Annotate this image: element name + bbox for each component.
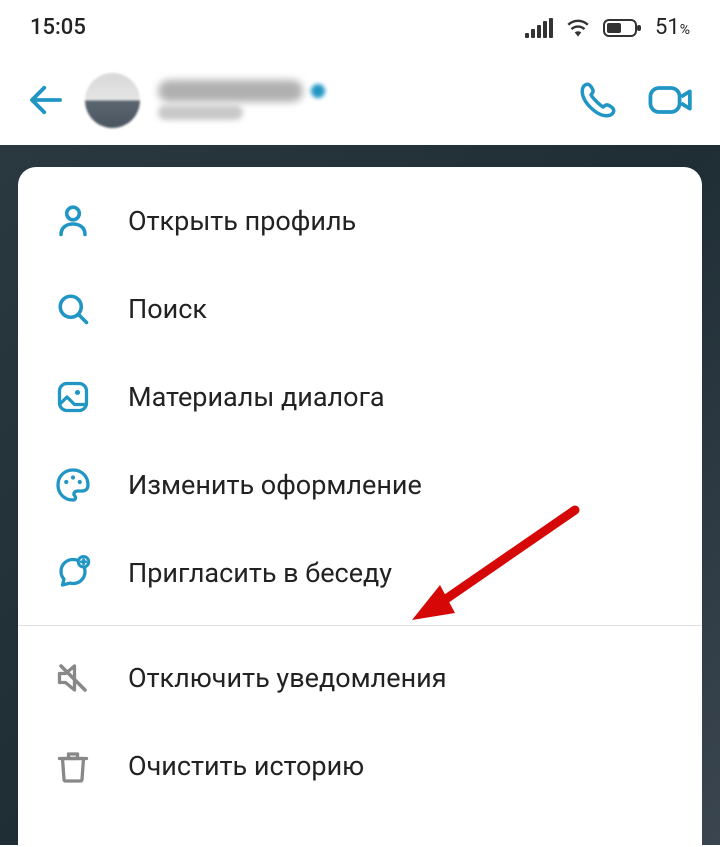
backdrop: Открыть профиль Поиск Материалы диалога	[0, 145, 720, 845]
menu-label: Отключить уведомления	[128, 662, 447, 694]
menu-label: Материалы диалога	[128, 381, 385, 413]
battery-percent: 51%	[655, 15, 690, 40]
menu-item-open-profile[interactable]: Открыть профиль	[18, 177, 702, 265]
call-icon[interactable]	[577, 79, 619, 121]
invite-icon	[53, 553, 93, 593]
user-info[interactable]	[158, 80, 559, 120]
back-arrow-icon[interactable]	[25, 79, 67, 121]
palette-icon	[53, 465, 93, 505]
signal-icon	[525, 18, 553, 38]
person-icon	[53, 201, 93, 241]
mute-icon	[53, 658, 93, 698]
menu-divider	[18, 625, 702, 626]
avatar[interactable]	[85, 73, 140, 128]
chat-header	[0, 55, 720, 145]
battery-icon	[603, 17, 643, 39]
video-icon[interactable]	[647, 79, 695, 121]
menu-item-change-theme[interactable]: Изменить оформление	[18, 441, 702, 529]
menu-item-search[interactable]: Поиск	[18, 265, 702, 353]
menu-item-media[interactable]: Материалы диалога	[18, 353, 702, 441]
verified-icon	[311, 84, 325, 98]
user-status-blurred	[158, 105, 243, 120]
trash-icon	[53, 746, 93, 786]
status-indicators: 51%	[525, 15, 690, 40]
menu-label: Поиск	[128, 293, 207, 325]
status-time: 15:05	[30, 15, 86, 40]
search-icon	[53, 289, 93, 329]
context-menu: Открыть профиль Поиск Материалы диалога	[18, 167, 702, 847]
menu-label: Пригласить в беседу	[128, 557, 392, 589]
user-name-blurred	[158, 80, 303, 102]
media-icon	[53, 377, 93, 417]
menu-label: Открыть профиль	[128, 205, 356, 237]
menu-label: Очистить историю	[128, 750, 364, 782]
wifi-icon	[565, 17, 591, 39]
menu-item-invite[interactable]: Пригласить в беседу	[18, 529, 702, 617]
status-bar: 15:05 51%	[0, 0, 720, 55]
menu-item-mute[interactable]: Отключить уведомления	[18, 634, 702, 722]
menu-item-clear-history[interactable]: Очистить историю	[18, 722, 702, 810]
menu-label: Изменить оформление	[128, 469, 422, 501]
